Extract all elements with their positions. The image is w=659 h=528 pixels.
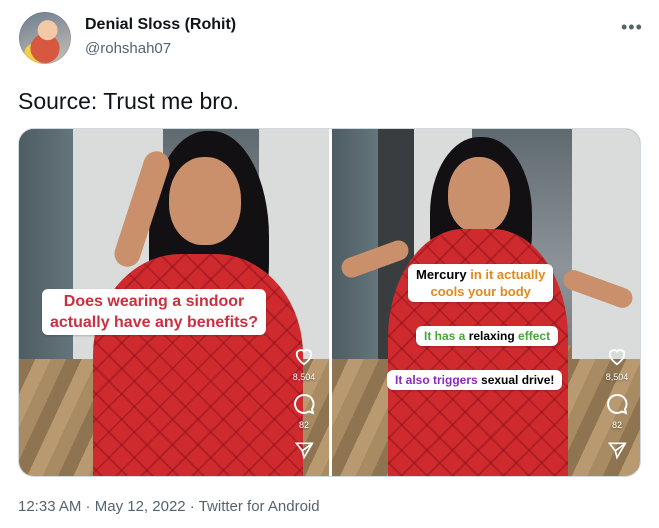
- like-count: 8,504: [292, 372, 316, 382]
- like-count: 8,504: [605, 372, 629, 382]
- caption-mercury-c: cools your body: [430, 284, 531, 299]
- caption-relax-b: relaxing: [468, 329, 515, 343]
- caption-trig-b: sexual drive!: [481, 373, 555, 387]
- tweet-meta: 12:33 AM · May 12, 2022 · Twitter for An…: [18, 498, 320, 515]
- heart-icon[interactable]: [606, 346, 628, 366]
- media-image-right[interactable]: Mercury in it actually cools your body I…: [332, 129, 640, 476]
- caption-trig-a: It also triggers: [395, 373, 482, 387]
- caption-question: Does wearing a sindoor actually have any…: [42, 289, 267, 335]
- tweet-media[interactable]: Does wearing a sindoor actually have any…: [18, 128, 641, 477]
- separator: ·: [185, 498, 199, 515]
- tweet-time[interactable]: 12:33 AM: [18, 498, 81, 515]
- media-image-left[interactable]: Does wearing a sindoor actually have any…: [19, 129, 329, 476]
- share-icon[interactable]: [294, 440, 314, 460]
- caption-triggers: It also triggers sexual drive!: [387, 370, 563, 390]
- caption-relax-c: effect: [514, 329, 551, 343]
- wall: [572, 129, 640, 359]
- caption-mercury: Mercury in it actually cools your body: [408, 264, 554, 302]
- side-actions: 8,504 82: [602, 346, 632, 460]
- separator: ·: [81, 498, 95, 515]
- comment-count: 82: [611, 420, 622, 430]
- tweet-source[interactable]: Twitter for Android: [199, 498, 320, 515]
- face: [169, 157, 241, 245]
- caption-mercury-b: in it actually: [470, 267, 546, 282]
- avatar[interactable]: [19, 12, 71, 64]
- caption-relax: It has a relaxing effect: [416, 326, 559, 346]
- comment-count: 82: [298, 420, 309, 430]
- tweet-date[interactable]: May 12, 2022: [95, 498, 186, 515]
- face: [448, 157, 510, 233]
- comment-icon[interactable]: [292, 392, 316, 416]
- dress: [93, 254, 303, 476]
- comment-icon[interactable]: [605, 392, 629, 416]
- heart-icon[interactable]: [293, 346, 315, 366]
- tweet-text: Source: Trust me bro.: [18, 88, 240, 114]
- caption-mercury-a: Mercury: [416, 267, 471, 282]
- caption-relax-a: It has a: [424, 329, 469, 343]
- share-icon[interactable]: [607, 440, 627, 460]
- author-handle[interactable]: @rohshah07: [85, 40, 171, 57]
- author-display-name[interactable]: Denial Sloss (Rohit): [85, 16, 236, 34]
- door: [332, 129, 378, 359]
- caption-line2: actually have any benefits?: [50, 314, 259, 331]
- side-actions: 8,504 82: [289, 346, 319, 460]
- more-icon[interactable]: •••: [621, 17, 643, 38]
- caption-line1: Does wearing a sindoor: [63, 293, 245, 310]
